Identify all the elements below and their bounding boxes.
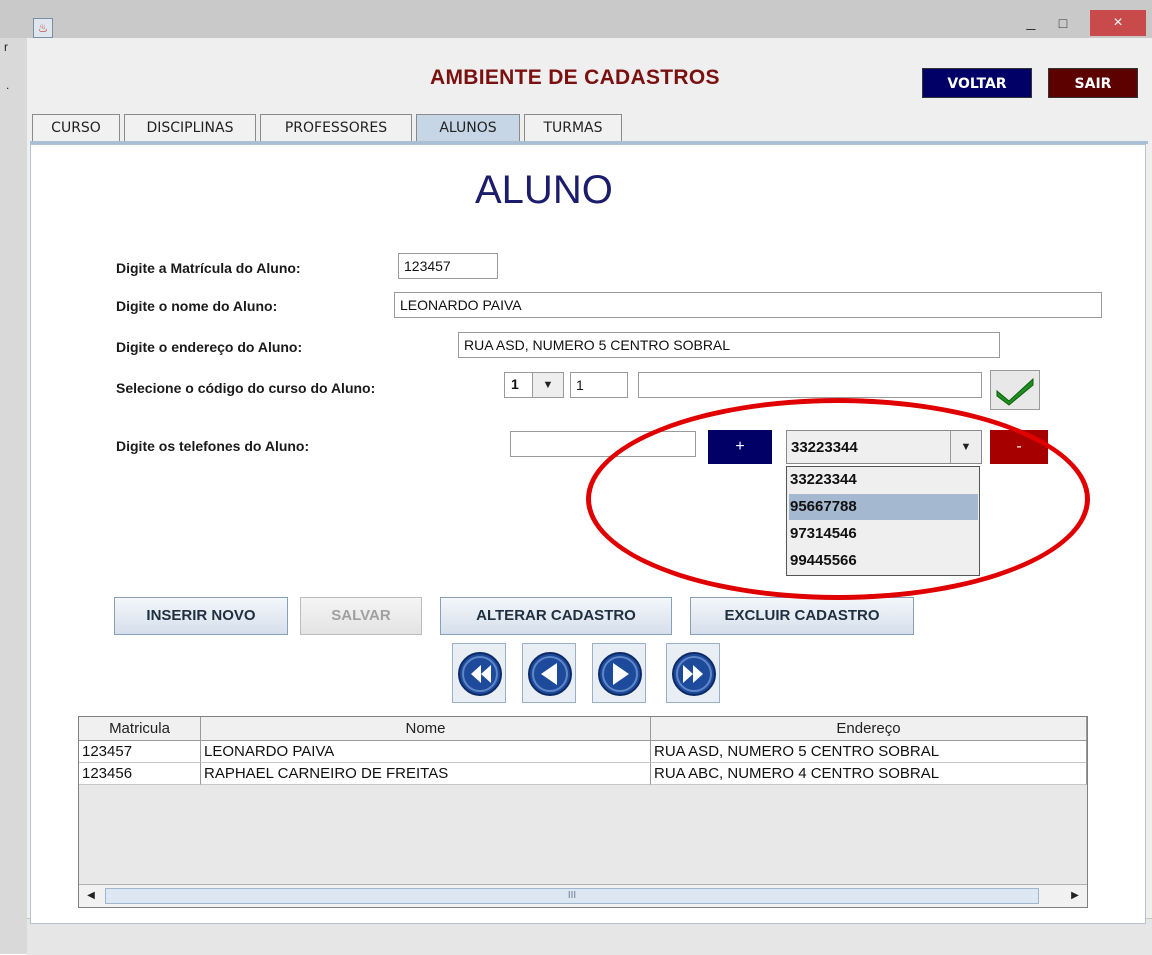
curso-combo-value: 1 — [511, 376, 519, 392]
check-icon — [996, 377, 1034, 406]
column-header-nome[interactable]: Nome — [201, 717, 651, 741]
last-record-icon — [672, 652, 716, 696]
previous-record-button[interactable] — [522, 643, 576, 703]
next-record-button[interactable] — [592, 643, 646, 703]
background-window-edge — [0, 38, 27, 954]
endereco-field[interactable]: RUA ASD, NUMERO 5 CENTRO SOBRAL — [458, 332, 1000, 358]
scroll-left-icon[interactable]: ◀ — [81, 887, 101, 905]
column-header-matricula[interactable]: Matricula — [79, 717, 201, 741]
salvar-button[interactable]: SALVAR — [300, 597, 422, 635]
sair-button[interactable]: SAIR — [1048, 68, 1138, 98]
first-record-button[interactable] — [452, 643, 506, 703]
inserir-novo-button[interactable]: INSERIR NOVO — [114, 597, 288, 635]
tab-turmas[interactable]: TURMAS — [524, 114, 622, 141]
previous-record-icon — [528, 652, 572, 696]
tab-disciplinas[interactable]: DISCIPLINAS — [124, 114, 256, 141]
table-cell[interactable]: 123457 — [79, 741, 201, 763]
confirm-curso-button[interactable] — [990, 370, 1040, 410]
curso-combo[interactable]: 1 ▼ — [504, 372, 564, 398]
alunos-table[interactable]: Matricula Nome Endereço 123457 LEONARDO … — [78, 716, 1088, 908]
endereco-label: Digite o endereço do Aluno: — [116, 339, 303, 355]
chevron-down-icon[interactable]: ▼ — [532, 373, 563, 397]
app-title: AMBIENTE DE CADASTROS — [430, 66, 720, 89]
background-window-text: . — [6, 78, 10, 92]
curso-codigo-field[interactable]: 1 — [570, 372, 628, 398]
excluir-cadastro-button[interactable]: EXCLUIR CADASTRO — [690, 597, 914, 635]
table-cell[interactable]: RAPHAEL CARNEIRO DE FREITAS — [201, 763, 651, 785]
tab-professores[interactable]: PROFESSORES — [260, 114, 412, 141]
horizontal-scrollbar[interactable]: ◀ III ▶ — [79, 884, 1087, 907]
last-record-button[interactable] — [666, 643, 720, 703]
table-cell[interactable]: LEONARDO PAIVA — [201, 741, 651, 763]
scroll-right-icon[interactable]: ▶ — [1065, 887, 1085, 905]
table-cell[interactable]: RUA ASD, NUMERO 5 CENTRO SOBRAL — [651, 741, 1087, 763]
next-record-icon — [598, 652, 642, 696]
annotation-ellipse — [586, 398, 1090, 600]
window-titlebar — [0, 0, 1152, 39]
curso-nome-field[interactable] — [638, 372, 982, 398]
voltar-button[interactable]: VOLTAR — [922, 68, 1032, 98]
maximize-button[interactable]: □ — [1052, 12, 1074, 34]
java-app-icon: ♨ — [33, 18, 53, 38]
background-window-text: r — [4, 40, 8, 54]
close-button[interactable]: × — [1090, 10, 1146, 36]
page-title: ALUNO — [475, 168, 613, 212]
tab-alunos[interactable]: ALUNOS — [416, 114, 520, 141]
curso-label: Selecione o código do curso do Aluno: — [116, 380, 376, 396]
matricula-field[interactable]: 123457 — [398, 253, 498, 279]
table-cell[interactable]: RUA ABC, NUMERO 4 CENTRO SOBRAL — [651, 763, 1087, 785]
tab-curso[interactable]: CURSO — [32, 114, 120, 141]
minimize-button[interactable]: _ — [1020, 15, 1042, 31]
alterar-cadastro-button[interactable]: ALTERAR CADASTRO — [440, 597, 672, 635]
first-record-icon — [458, 652, 502, 696]
column-header-endereco[interactable]: Endereço — [651, 717, 1087, 741]
scrollbar-thumb[interactable]: III — [105, 888, 1039, 904]
nome-field[interactable]: LEONARDO PAIVA — [394, 292, 1102, 318]
nome-label: Digite o nome do Aluno: — [116, 298, 278, 314]
matricula-label: Digite a Matrícula do Aluno: — [116, 260, 301, 276]
table-cell[interactable]: 123456 — [79, 763, 201, 785]
telefones-label: Digite os telefones do Aluno: — [116, 438, 310, 454]
